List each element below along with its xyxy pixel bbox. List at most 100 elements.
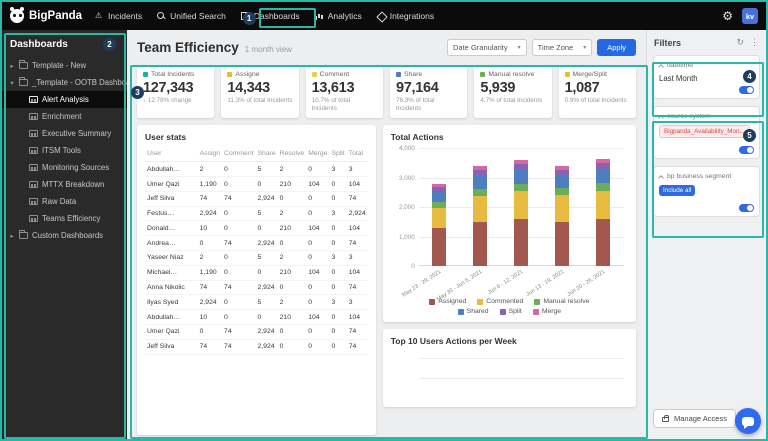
nav-item-unified-search[interactable]: Unified Search: [157, 11, 226, 21]
table-cell: 104: [306, 309, 330, 325]
bp-business-segment-toggle[interactable]: [739, 204, 754, 212]
metric-card-manual-resolve[interactable]: Manual resolve 5,939 4.7% of total Inciden…: [474, 66, 552, 119]
table-cell: 2,924: [346, 206, 368, 222]
table-row: Jeff Silva 74 74 2,924 0 0 0 74: [145, 191, 368, 207]
sidebar-item-template-new[interactable]: ▸ Template - New: [2, 57, 127, 74]
dashboard-icon: [29, 215, 38, 222]
metric-card-comment[interactable]: Comment 13,613 10.7% of total Incidents: [305, 66, 383, 119]
sidebar-item-custom-dashboards[interactable]: ▸ Custom Dashboards: [2, 227, 127, 244]
metric-value: 14,343: [227, 80, 270, 96]
table-cell: 0: [222, 265, 256, 281]
table-cell: Festus…: [145, 206, 198, 222]
date-granularity-select[interactable]: Date Granularity ▾: [447, 39, 527, 56]
table-cell: 0: [329, 235, 347, 252]
bar-segment-assigned: [596, 218, 611, 267]
chevron-up-icon: [658, 114, 664, 121]
table-cell: 0: [306, 280, 330, 296]
metric-value: 1,087: [564, 80, 600, 96]
sidebar-item-teams-efficiency[interactable]: Teams Efficiency: [2, 210, 127, 227]
column-header: User: [145, 148, 198, 163]
metric-card-assigne[interactable]: Assigne 14,343 11.3% of total Incidents: [221, 66, 299, 119]
legend-item-shared: Shared: [457, 308, 489, 315]
sidebar-item-label: Executive Summary: [42, 129, 112, 138]
column-header: Total: [346, 148, 368, 163]
sidebar-item-enrichment[interactable]: Enrichment: [2, 108, 127, 125]
y-tick-label: 1,000: [398, 233, 415, 241]
table-cell: Umer Qazi: [145, 324, 198, 340]
filter-card-bp-business-segment[interactable]: bp business segment Include all: [653, 166, 760, 217]
sidebar-item-label: Template - New: [32, 61, 87, 70]
sidebar-item-mttx-breakdown[interactable]: MTTX Breakdown: [2, 176, 127, 193]
filter-label: datetime: [667, 62, 694, 69]
sidebar: Dashboards ▸ Template - New ▾ _Template - O…: [2, 30, 127, 439]
sidebar-item-alert-analysis[interactable]: Alert Analysis: [2, 91, 127, 108]
nav-item-incidents[interactable]: Incidents: [95, 11, 142, 22]
table-cell: 0: [329, 339, 347, 355]
filter-value-tag[interactable]: Include all: [659, 185, 696, 196]
brand[interactable]: BigPanda: [10, 7, 82, 23]
sidebar-title: Dashboards: [10, 39, 68, 50]
sidebar-item-template-ootb-dashboards[interactable]: ▾ _Template - OOTB Dashboards: [2, 74, 127, 91]
nav-item-dashboards[interactable]: Dashboards: [240, 11, 300, 21]
source-system-toggle[interactable]: [739, 146, 754, 154]
table-cell: 104: [306, 220, 330, 237]
table-row: Michael… 1,190 0 0 210 104 0 104: [145, 265, 368, 281]
sidebar-item-label: Raw Data: [42, 197, 77, 206]
refresh-icon[interactable]: ↻: [736, 37, 744, 48]
chat-bubble-button[interactable]: [735, 408, 761, 434]
avatar[interactable]: kv: [742, 8, 758, 24]
manage-access-label: Manage Access: [674, 414, 727, 423]
chat-icon: [742, 416, 754, 429]
table-cell: 0: [222, 220, 256, 237]
y-tick-label: 0: [411, 263, 415, 271]
table-cell: 104: [346, 220, 368, 237]
datetime-toggle[interactable]: [739, 86, 754, 94]
filters-panel: Filters ↻ ⋮ datetime Last Month source sys…: [646, 30, 766, 439]
table-cell: 0: [255, 220, 278, 237]
gridline: [418, 358, 624, 360]
table-cell: 3: [346, 294, 368, 311]
sidebar-item-monitoring-sources[interactable]: Monitoring Sources: [2, 159, 127, 176]
bar-segment-shared: [555, 174, 570, 189]
time-zone-label: Time Zone: [537, 43, 574, 52]
chevron-down-icon: ▾: [517, 45, 521, 51]
nav-item-analytics[interactable]: Analytics: [314, 11, 362, 21]
table-cell: 3: [329, 206, 347, 222]
table-cell: Abdullah…: [145, 309, 198, 325]
dashboard-icon: [29, 130, 38, 137]
table-row: Festus… 2,924 0 5 2 0 3 2,924: [145, 206, 368, 222]
table-cell: 2: [277, 206, 307, 222]
sidebar-item-executive-summary[interactable]: Executive Summary: [2, 125, 127, 142]
table-cell: 0: [329, 280, 347, 296]
column-header: Comment: [222, 148, 256, 163]
lock-icon: [662, 415, 669, 422]
filter-value-tag[interactable]: Bigpanda_Availability_Mon...: [659, 125, 750, 138]
gear-icon[interactable]: ⚙: [722, 9, 733, 23]
dashboard-icon: [29, 147, 38, 154]
table-cell: 74: [197, 339, 223, 355]
metric-subtext: 11.3% of total Incidents: [227, 97, 293, 104]
nav-item-integrations[interactable]: Integrations: [377, 11, 434, 21]
metric-cards: Total Incidents 127,343 ↓ 12.78% change Ass…: [137, 66, 636, 119]
table-cell: 210: [277, 265, 307, 281]
table-cell: 0: [222, 309, 256, 325]
kebab-menu-icon[interactable]: ⋮: [750, 37, 759, 48]
total-actions-chart: 0 1,000 2,000 3,000 4,000 May 23 - 29, 2021 Ma…: [399, 145, 624, 303]
gridline: [418, 148, 624, 150]
time-zone-select[interactable]: Time Zone ▾: [531, 39, 593, 56]
sidebar-item-raw-data[interactable]: Raw Data: [2, 193, 127, 210]
column-header: Resolve: [277, 148, 307, 163]
metric-card-merge-split[interactable]: Merge/Split 1,087 0.9% of total Incidents: [558, 66, 636, 119]
apply-button[interactable]: Apply: [597, 39, 636, 56]
sidebar-item-itsm-tools[interactable]: ITSM Tools: [2, 142, 127, 159]
metric-card-total-incidents[interactable]: Total Incidents 127,343 ↓ 12.78% change: [137, 66, 215, 119]
filter-card-datetime[interactable]: datetime Last Month: [653, 55, 760, 99]
metric-card-share[interactable]: Share 97,164 76.3% of total Incidents: [389, 66, 468, 119]
filter-card-source-system[interactable]: source system Bigpanda_Availability_Mon..…: [653, 106, 760, 159]
table-cell: 74: [346, 235, 368, 252]
metric-color-dot: [143, 72, 148, 77]
table-row: Umer Qazi 1,190 0 0 210 104 0 104: [145, 176, 368, 192]
dashboard-icon: [29, 164, 38, 171]
table-cell: 0: [306, 294, 330, 311]
manage-access-button[interactable]: Manage Access: [653, 409, 736, 428]
